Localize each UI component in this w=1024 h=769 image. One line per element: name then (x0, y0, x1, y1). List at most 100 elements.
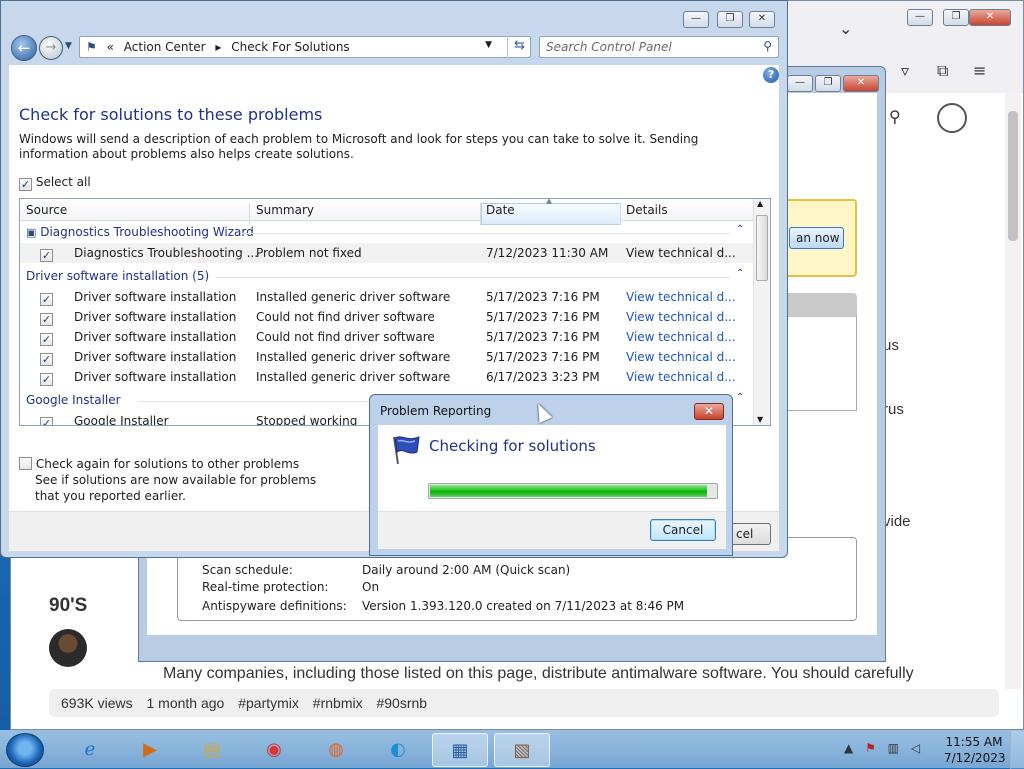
cell-details[interactable]: View technical d... (626, 246, 736, 260)
scan-now-button[interactable]: an now (789, 227, 844, 249)
scrollbar-thumb[interactable] (756, 215, 768, 281)
breadcrumb-check-for-solutions[interactable]: Check For Solutions (231, 40, 349, 54)
table-row[interactable]: ✓ Driver software installation Installed… (20, 287, 754, 307)
taskbar: ℯ ▶ ▤ ◉ ◍ ◐ ▦ ▧ ▲ ⚑ ▥ ◁ 11:55 AM 7/12/20… (0, 730, 1024, 769)
scroll-down-icon[interactable]: ▼ (757, 415, 763, 424)
scan-schedule-label: Scan schedule: (202, 563, 293, 577)
tag-link[interactable]: #partymix (238, 695, 299, 711)
search-icon[interactable]: ⚲ (889, 107, 901, 126)
chrome-icon[interactable]: ◉ (246, 733, 302, 767)
checkbox-checked[interactable]: ✓ (40, 373, 53, 386)
list-scrollbar[interactable]: ▲ ▼ (753, 199, 770, 425)
tag-link[interactable]: #90srnb (376, 695, 427, 711)
cell-details[interactable]: View technical d... (626, 310, 736, 324)
checkbox-checked[interactable]: ✓ (40, 313, 53, 326)
cell-details[interactable]: View technical d... (626, 330, 736, 344)
column-details[interactable]: Details (626, 203, 668, 217)
check-again-option[interactable]: Check again for solutions to other probl… (19, 456, 325, 504)
edge-icon[interactable]: ◐ (370, 733, 426, 767)
realtime-label: Real-time protection: (202, 580, 329, 594)
dialog-close-button[interactable]: ✕ (694, 403, 724, 420)
pocket-icon[interactable]: ▿ (901, 61, 909, 80)
clock-date: 7/12/2023 (944, 751, 1006, 765)
group-header-diagnostics[interactable]: ▣ Diagnostics Troubleshooting Wizard ⌃ (26, 224, 746, 239)
action-center-flag-icon[interactable]: ⚑ (865, 741, 876, 755)
close-button[interactable]: ✕ (749, 11, 775, 28)
forward-button[interactable]: → (39, 36, 63, 60)
dialog-cancel-button[interactable]: Cancel (650, 519, 716, 541)
breadcrumb-action-center[interactable]: Action Center (124, 40, 206, 54)
browser-scrollbar[interactable] (1005, 93, 1021, 689)
browser-maximize-button[interactable]: ❐ (943, 9, 969, 26)
start-button[interactable] (6, 733, 44, 767)
volume-muted-icon[interactable]: ◁ (911, 741, 920, 755)
search-input[interactable]: Search Control Panel ⚲ (539, 36, 779, 58)
scroll-up-icon[interactable]: ▲ (757, 199, 763, 208)
firewall-icon[interactable]: ▧ (494, 733, 550, 767)
cell-details[interactable]: View technical d... (626, 290, 736, 304)
minimize-button[interactable]: — (683, 11, 709, 28)
breadcrumb-prefix[interactable]: « (107, 40, 114, 54)
column-date[interactable]: Date (486, 203, 515, 217)
checkbox-unchecked[interactable] (19, 457, 32, 470)
browser-minimize-button[interactable]: — (907, 9, 933, 26)
firefox-icon[interactable]: ◍ (308, 733, 364, 767)
video-title[interactable]: 90'S (49, 595, 87, 617)
menu-icon[interactable]: ≡ (973, 61, 986, 80)
security-maximize-button[interactable]: ❐ (815, 75, 841, 92)
recent-pages-icon[interactable]: ▼ (65, 41, 72, 51)
extensions-icon[interactable]: ⧉ (937, 61, 948, 81)
collapse-icon[interactable]: ⌃ (736, 268, 744, 279)
table-row[interactable]: ✓ Diagnostics Troubleshooting ... Proble… (20, 243, 754, 263)
chevron-down-icon[interactable]: ⌄ (839, 19, 852, 38)
browser-close-button[interactable]: ✕ (969, 9, 1011, 26)
checkbox-checked[interactable]: ✓ (40, 249, 53, 262)
column-summary[interactable]: Summary (256, 203, 314, 217)
dialog-message: Checking for solutions (429, 437, 596, 455)
address-bar[interactable]: ⚑ « Action Center ▸ Check For Solutions … (79, 36, 531, 58)
checkbox-checked[interactable]: ✓ (40, 293, 53, 306)
help-icon[interactable]: ? (763, 67, 779, 83)
group-header-driver[interactable]: Driver software installation (5) ⌃ (26, 268, 746, 283)
antispyware-value: Version 1.393.120.0 created on 7/11/2023… (362, 599, 685, 613)
select-all-checkbox[interactable]: ✓ Select all (19, 175, 91, 191)
cell-summary: Installed generic driver software (256, 350, 451, 364)
cell-source: Diagnostics Troubleshooting ... (74, 246, 259, 260)
control-panel-icon[interactable]: ▦ (432, 733, 488, 767)
table-row[interactable]: ✓ Driver software installation Installed… (20, 367, 754, 387)
internet-explorer-icon[interactable]: ℯ (62, 733, 118, 767)
table-row[interactable]: ✓ Driver software installation Could not… (20, 327, 754, 347)
table-row[interactable]: ✓ Driver software installation Could not… (20, 307, 754, 327)
tag-link[interactable]: #rnbmix (313, 695, 363, 711)
cell-details[interactable]: View technical d... (626, 370, 736, 384)
cell-summary: Could not find driver software (256, 330, 435, 344)
security-close-button[interactable]: ✕ (843, 75, 879, 92)
scrollbar-thumb[interactable] (1008, 111, 1018, 241)
refresh-icon[interactable]: ⇆ (507, 36, 531, 58)
address-dropdown-icon[interactable]: ▼ (485, 40, 492, 50)
video-meta: 693K views 1 month ago #partymix #rnbmix… (49, 689, 999, 717)
maximize-button[interactable]: ❐ (717, 11, 743, 28)
column-source[interactable]: Source (26, 203, 67, 217)
show-hidden-icons-icon[interactable]: ▲ (844, 741, 853, 755)
security-minimize-button[interactable]: — (787, 75, 813, 92)
checkbox-checked[interactable]: ✓ (19, 178, 32, 191)
collapse-icon[interactable]: ⌃ (736, 392, 744, 403)
avatar[interactable] (49, 629, 87, 667)
checkbox-checked[interactable]: ✓ (40, 333, 53, 346)
back-button[interactable]: ← (11, 35, 37, 61)
checkbox-checked[interactable]: ✓ (40, 353, 53, 366)
clock[interactable]: 11:55 AM 7/12/2023 (944, 734, 1006, 766)
search-icon[interactable]: ⚲ (763, 39, 772, 53)
page-title: Check for solutions to these problems (19, 105, 323, 124)
account-icon[interactable] (937, 103, 967, 133)
cell-details[interactable]: View technical d... (626, 350, 736, 364)
collapse-icon[interactable]: ⌃ (736, 224, 744, 235)
show-desktop-button[interactable] (1010, 731, 1024, 769)
network-icon[interactable]: ▥ (888, 741, 899, 755)
checkbox-checked[interactable]: ✓ (40, 417, 53, 425)
table-row[interactable]: ✓ Driver software installation Installed… (20, 347, 754, 367)
file-explorer-icon[interactable]: ▤ (184, 733, 240, 767)
dialog-title: Problem Reporting (380, 404, 492, 418)
media-player-icon[interactable]: ▶ (122, 733, 178, 767)
